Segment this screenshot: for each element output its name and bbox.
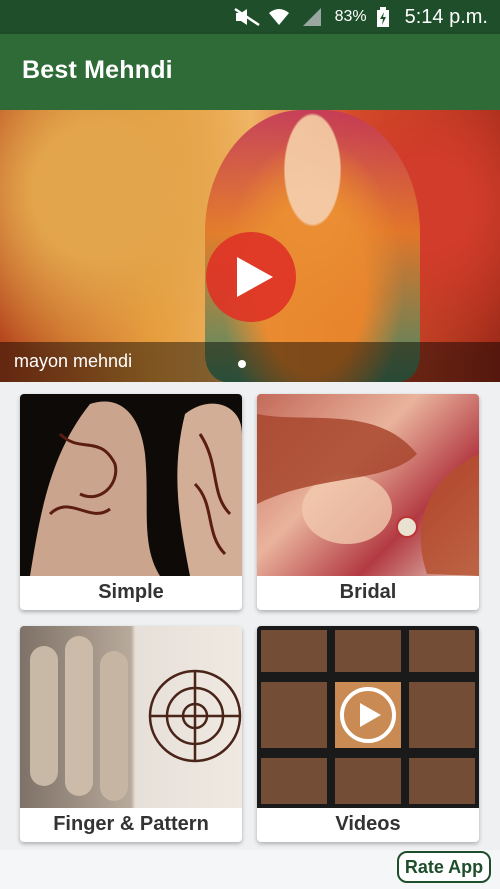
status-bar: 83% 5:14 p.m. xyxy=(0,0,500,34)
rate-app-button[interactable]: Rate App xyxy=(397,851,491,883)
screen: 83% 5:14 p.m. Best Mehndi mayon mehndi S… xyxy=(0,0,500,889)
battery-level: 83% xyxy=(334,8,367,25)
simple-thumbnail xyxy=(20,394,242,576)
category-label: Bridal xyxy=(339,581,397,603)
signal-icon xyxy=(301,7,325,27)
pager-dot[interactable] xyxy=(238,360,246,368)
bridal-thumbnail xyxy=(257,394,479,576)
category-label: Finger & Pattern xyxy=(53,813,209,835)
hero-caption: mayon mehndi xyxy=(14,351,133,371)
category-label: Videos xyxy=(335,813,401,835)
hero-banner[interactable]: mayon mehndi xyxy=(0,110,500,382)
app-bar: Best Mehndi xyxy=(0,34,500,110)
videos-thumbnail xyxy=(257,626,479,808)
battery-icon xyxy=(376,7,389,27)
clock: 5:14 p.m. xyxy=(404,5,488,28)
category-label: Simple xyxy=(98,581,164,603)
category-card-simple[interactable]: Simple xyxy=(20,394,242,610)
play-button[interactable] xyxy=(206,232,296,322)
category-card-videos[interactable]: Videos xyxy=(257,626,479,842)
category-card-finger-pattern[interactable]: Finger & Pattern xyxy=(20,626,242,842)
finger-pattern-thumbnail xyxy=(20,626,242,808)
wifi-icon xyxy=(267,7,291,27)
play-icon xyxy=(237,257,273,297)
mute-icon xyxy=(233,7,260,27)
hero-caption-bar: mayon mehndi xyxy=(0,342,500,382)
app-title: Best Mehndi xyxy=(22,56,173,84)
category-card-bridal[interactable]: Bridal xyxy=(257,394,479,610)
